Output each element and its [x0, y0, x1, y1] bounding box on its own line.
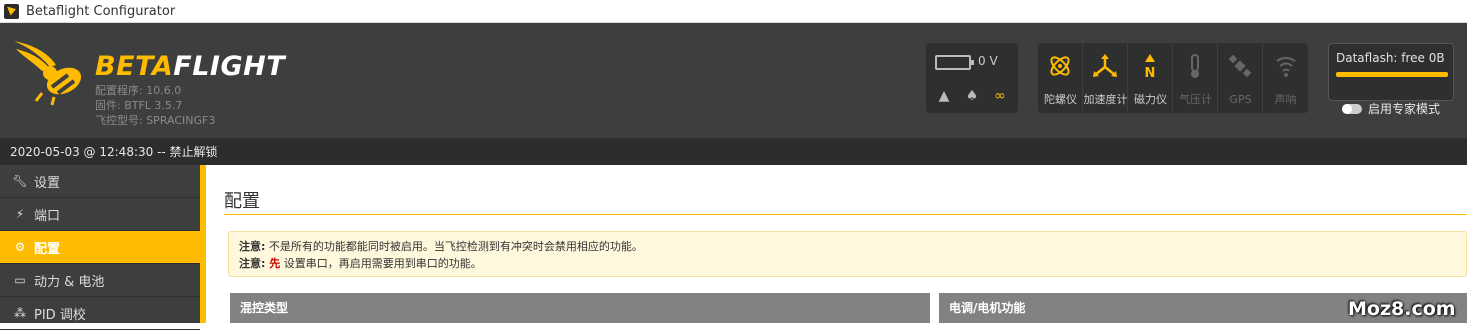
sidebar-item-label: 端口	[34, 208, 61, 224]
sidebar-item-pid-tuning[interactable]: ⁂ PID 调校	[0, 297, 200, 330]
mixer-panel-header: 混控类型	[230, 293, 930, 323]
sensor-accel: 加速度计	[1083, 43, 1128, 113]
sidebar-item-label: PID 调校	[34, 307, 86, 323]
sensor-baro: 气压计	[1173, 43, 1218, 113]
battery-icon: ▭	[14, 273, 26, 287]
notice-label: 注意:	[239, 240, 266, 253]
sidebar-item-label: 配置	[34, 241, 61, 257]
warning-icon: ▲	[938, 88, 950, 104]
main-content: 配置 注意: 不是所有的功能都能同时被启用。当飞控检测到有冲突时会禁用相应的功能…	[206, 165, 1467, 323]
window-title: Betaflight Configurator	[26, 3, 176, 19]
sonar-icon	[1275, 57, 1296, 77]
gps-icon	[1228, 54, 1252, 78]
expert-mode-label: 启用专家模式	[1368, 102, 1441, 116]
status-text: 2020-05-03 @ 12:48:30 -- 禁止解锁	[10, 145, 218, 159]
sensor-baro-label: 气压计	[1179, 93, 1212, 106]
notice-text: 不是所有的功能都能同时被启用。当飞控检测到有冲突时会禁用相应的功能。	[265, 240, 643, 253]
sidebar-item-configuration[interactable]: ⚙︎ 配置	[0, 231, 200, 264]
betaflight-bee-logo-icon	[14, 41, 82, 105]
notice-box: 注意: 不是所有的功能都能同时被启用。当飞控检测到有冲突时会禁用相应的功能。 注…	[228, 231, 1467, 277]
logo-beta: BETA	[95, 51, 174, 82]
dataflash-usage-bar	[1336, 72, 1448, 77]
sensor-mag-label: 磁力仪	[1134, 93, 1167, 106]
sensor-sonar-label: 声呐	[1274, 93, 1297, 106]
plug-icon: ⚡︎	[15, 207, 25, 221]
board-target: 飞控型号: SPRACINGF3	[95, 114, 216, 127]
sidebar-item-label: 动力 & 电池	[34, 274, 105, 290]
status-bar: 2020-05-03 @ 12:48:30 -- 禁止解锁	[0, 138, 1467, 165]
battery-status-panel: 0 V ▲ ♠ ∞	[926, 43, 1018, 113]
dataflash-text: Dataflash: free 0B	[1336, 51, 1445, 65]
sidebar-item-power-battery[interactable]: ▭ 动力 & 电池	[0, 264, 200, 297]
notice-emphasis: 先	[265, 257, 281, 270]
svg-text:N: N	[1145, 66, 1156, 79]
sidebar-item-ports[interactable]: ⚡︎ 端口	[0, 198, 200, 231]
notice-label: 注意:	[239, 257, 266, 270]
version-info: 配置程序: 10.6.0 固件: BTFL 3.5.7 飞控型号: SPRACI…	[95, 83, 215, 128]
window-titlebar: Betaflight Configurator	[0, 0, 1467, 23]
betaflight-logo-text: BETAFLIGHT	[95, 51, 285, 82]
pid-icon: ⁂	[14, 306, 26, 320]
gyro-icon	[1050, 56, 1070, 76]
expert-mode-toggle-group[interactable]: 启用专家模式	[1342, 100, 1440, 117]
battery-voltage: 0 V	[978, 54, 998, 68]
page-title: 配置	[224, 191, 260, 212]
firmware-version: 固件: BTFL 3.5.7	[95, 99, 183, 112]
title-divider	[224, 214, 1467, 215]
sensor-sonar: 声呐	[1263, 43, 1308, 113]
accel-icon	[1093, 54, 1117, 77]
battery-icon	[935, 55, 974, 70]
sensor-accel-label: 加速度计	[1083, 93, 1128, 106]
expert-mode-toggle[interactable]	[1342, 103, 1362, 114]
sensor-mag: N 磁力仪	[1128, 43, 1173, 113]
sensor-status-panel: 陀螺仪 加速度计 N 磁力仪 气压计 GPS 声呐	[1038, 43, 1308, 113]
sensor-gps-label: GPS	[1229, 93, 1252, 106]
sensor-gyro-label: 陀螺仪	[1044, 93, 1077, 106]
mag-icon: N	[1145, 54, 1156, 79]
configurator-version: 配置程序: 10.6.0	[95, 84, 182, 97]
header: BETAFLIGHT 配置程序: 10.6.0 固件: BTFL 3.5.7 飞…	[0, 23, 1467, 138]
logo-flight: FLIGHT	[173, 51, 286, 82]
link-icon: ∞	[994, 88, 1006, 104]
dataflash-status[interactable]: Dataflash: free 0B	[1328, 43, 1454, 101]
gear-icon: ⚙︎	[14, 240, 26, 254]
failsafe-parachute-icon: ♠	[965, 88, 979, 104]
notice-text: 设置串口，再启用需要用到串口的功能。	[280, 257, 482, 270]
baro-icon	[1191, 54, 1199, 78]
notice-line-2: 注意: 先 设置串口，再启用需要用到串口的功能。	[239, 255, 1456, 272]
sidebar: 🔧︎ 设置 ⚡︎ 端口 ⚙︎ 配置 ▭ 动力 & 电池 ⁂ PID 调校	[0, 165, 200, 330]
watermark: Moz8.com	[1348, 298, 1456, 320]
sidebar-item-setup[interactable]: 🔧︎ 设置	[0, 165, 200, 198]
sensor-gyro: 陀螺仪	[1038, 43, 1083, 113]
sidebar-item-label: 设置	[34, 175, 61, 191]
notice-line-1: 注意: 不是所有的功能都能同时被启用。当飞控检测到有冲突时会禁用相应的功能。	[239, 238, 1456, 255]
app-icon	[4, 3, 19, 19]
wrench-icon: 🔧︎	[12, 174, 28, 188]
sensor-gps: GPS	[1218, 43, 1263, 113]
